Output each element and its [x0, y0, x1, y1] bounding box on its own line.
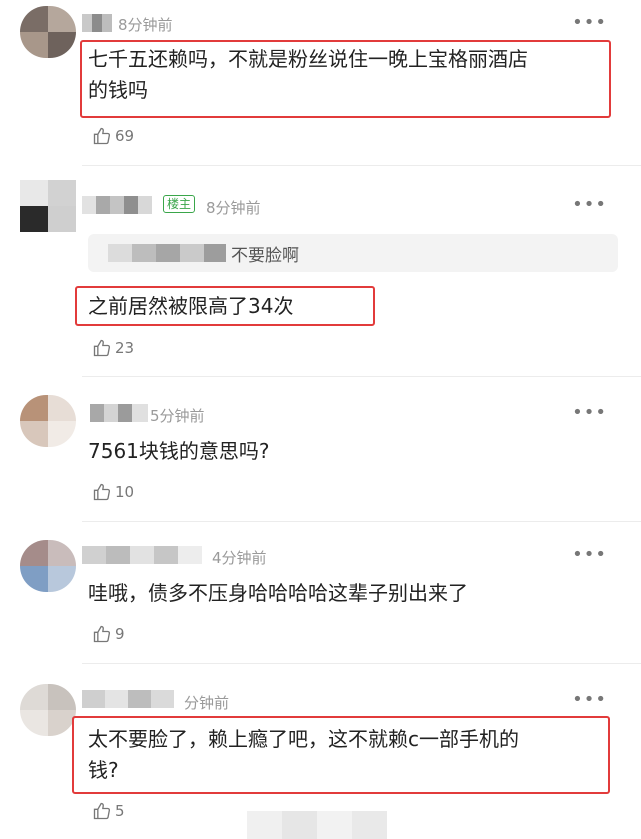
- author-badge: 楼主: [163, 195, 196, 213]
- quoted-reply[interactable]: 不要脸啊: [88, 234, 618, 272]
- comment-text: 7561块钱的意思吗?: [88, 439, 270, 463]
- like-count: 69: [115, 127, 135, 145]
- more-options-icon[interactable]: •••: [572, 689, 607, 710]
- username-blurred[interactable]: [82, 14, 112, 32]
- like-button[interactable]: 5: [92, 800, 125, 822]
- avatar[interactable]: [20, 684, 76, 736]
- more-options-icon[interactable]: •••: [572, 544, 607, 565]
- divider: [82, 165, 641, 166]
- comment-time: 8分钟前: [206, 199, 261, 217]
- like-button[interactable]: 69: [92, 125, 134, 147]
- like-count: 5: [115, 802, 125, 820]
- username-blurred[interactable]: [82, 690, 174, 708]
- username-blurred[interactable]: [90, 404, 148, 422]
- like-button[interactable]: 10: [92, 481, 134, 503]
- like-button[interactable]: 9: [92, 623, 125, 645]
- divider: [82, 521, 641, 522]
- avatar[interactable]: [20, 180, 76, 232]
- username-blurred[interactable]: [82, 546, 202, 564]
- username-blurred[interactable]: [82, 196, 152, 214]
- highlight-box: [72, 716, 610, 794]
- quoted-username-blurred: [108, 244, 226, 262]
- like-count: 9: [115, 625, 125, 643]
- thumbs-up-icon: [93, 625, 111, 643]
- quoted-text: 不要脸啊: [231, 246, 299, 266]
- avatar[interactable]: [20, 6, 76, 58]
- thumbs-up-icon: [93, 483, 111, 501]
- more-options-icon[interactable]: •••: [572, 12, 607, 33]
- comment-time: 4分钟前: [212, 549, 267, 567]
- thumbs-up-icon: [93, 127, 111, 145]
- thumbs-up-icon: [93, 339, 111, 357]
- comment-text: 哇哦，债多不压身哈哈哈哈这辈子别出来了: [88, 581, 468, 605]
- divider: [82, 376, 641, 377]
- comment-time: 分钟前: [184, 694, 230, 712]
- like-count: 10: [115, 483, 135, 501]
- thumbs-up-icon: [93, 802, 111, 820]
- highlight-box: [80, 40, 611, 118]
- more-options-icon[interactable]: •••: [572, 194, 607, 215]
- more-options-icon[interactable]: •••: [572, 402, 607, 423]
- highlight-box: [75, 286, 375, 326]
- comment-time: 8分钟前: [118, 16, 173, 34]
- like-button[interactable]: 23: [92, 337, 134, 359]
- avatar[interactable]: [20, 540, 76, 592]
- blurred-area: [247, 811, 387, 839]
- comment-time: 5分钟前: [150, 407, 205, 425]
- divider: [82, 663, 641, 664]
- avatar[interactable]: [20, 395, 76, 447]
- like-count: 23: [115, 339, 135, 357]
